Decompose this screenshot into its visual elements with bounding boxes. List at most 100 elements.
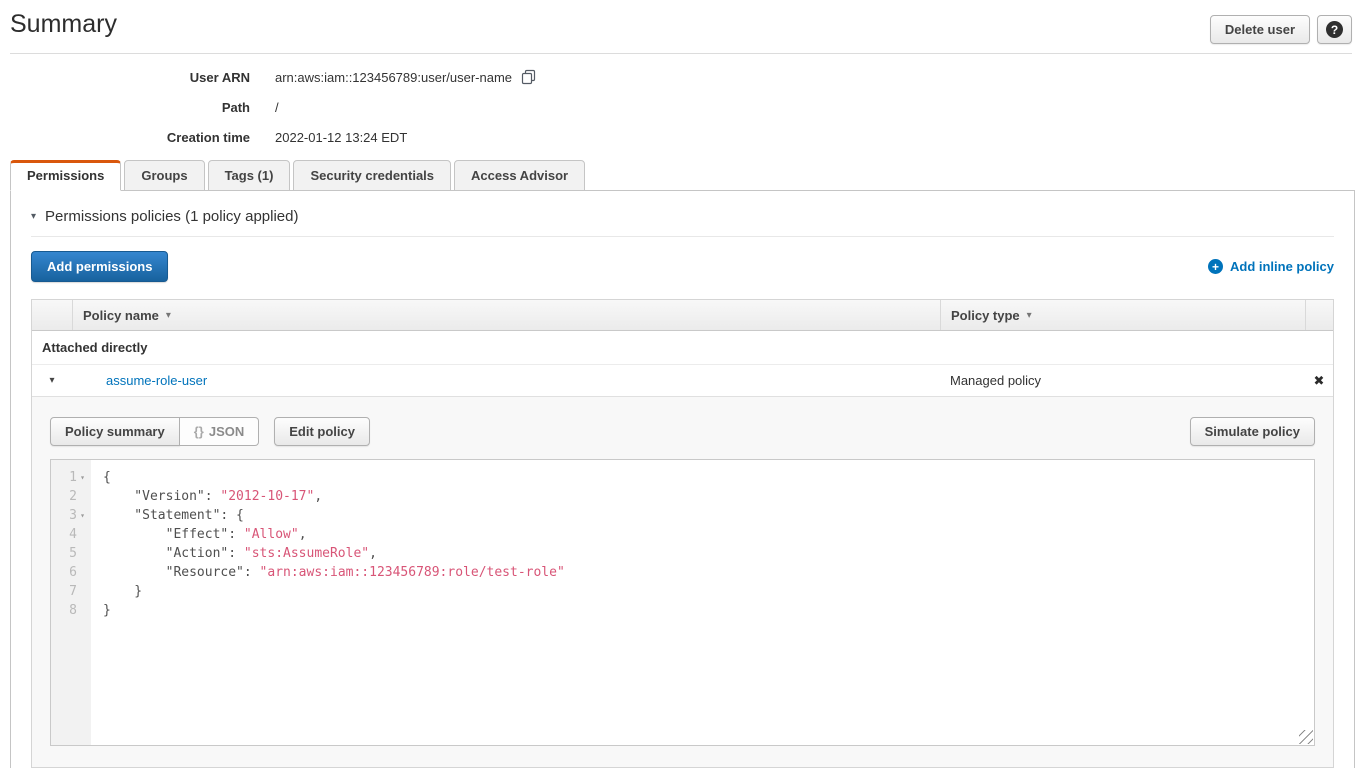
code-plain-token: ,	[369, 546, 377, 561]
header-divider	[10, 53, 1352, 54]
fold-caret-icon[interactable]: ▾	[77, 468, 88, 487]
editor-resize-handle-icon[interactable]	[1299, 730, 1313, 744]
code-string-token: "2012-10-17"	[220, 489, 314, 504]
line-number: 6	[69, 563, 77, 582]
tab-groups[interactable]: Groups	[124, 160, 204, 191]
editor-line-number-gutter: 1▾23▾45678	[51, 460, 91, 745]
policy-name-column-header[interactable]: Policy name ▾	[72, 300, 940, 330]
code-line: "Action": "sts:AssumeRole",	[103, 544, 1314, 563]
summary-field-row: User ARN arn:aws:iam::123456789:user/user…	[0, 69, 1362, 85]
field-value: arn:aws:iam::123456789:user/user-name	[275, 69, 536, 85]
gutter-line: 1▾	[51, 468, 91, 487]
gutter-line: 3▾	[51, 506, 91, 525]
editor-code-area[interactable]: { "Version": "2012-10-17", "Statement": …	[91, 460, 1314, 745]
line-number: 5	[69, 544, 77, 563]
attached-directly-group-row: Attached directly	[32, 331, 1333, 365]
policy-table-row: ▾ assume-role-user Managed policy ✖	[32, 365, 1333, 396]
gutter-line: 6	[51, 563, 91, 582]
gutter-line: 7	[51, 582, 91, 601]
add-inline-policy-link[interactable]: + Add inline policy	[1208, 259, 1334, 274]
policy-type-header-label: Policy type	[951, 308, 1020, 323]
add-permissions-button[interactable]: Add permissions	[31, 251, 168, 282]
line-number: 3	[69, 506, 77, 525]
field-value: /	[275, 100, 279, 115]
policy-type-value: Managed policy	[940, 373, 1305, 388]
code-plain-token: "Effect":	[103, 527, 244, 542]
field-label: Path	[0, 100, 250, 115]
field-label: Creation time	[0, 130, 250, 145]
line-number: 7	[69, 582, 77, 601]
help-button[interactable]: ?	[1317, 15, 1352, 44]
gutter-line: 2	[51, 487, 91, 506]
policy-json-editor[interactable]: 1▾23▾45678 { "Version": "2012-10-17", "S…	[50, 459, 1315, 746]
code-plain-token: "Action":	[103, 546, 244, 561]
field-label: User ARN	[0, 70, 250, 85]
header-buttons: Delete user ?	[1210, 15, 1352, 44]
delete-user-button[interactable]: Delete user	[1210, 15, 1310, 44]
tab-permissions[interactable]: Permissions	[10, 160, 121, 191]
json-view-button[interactable]: {} JSON	[180, 417, 260, 446]
line-number: 2	[69, 487, 77, 506]
simulate-policy-button[interactable]: Simulate policy	[1190, 417, 1315, 446]
fold-caret-icon[interactable]: ▾	[77, 506, 88, 525]
code-line: "Effect": "Allow",	[103, 525, 1314, 544]
add-inline-policy-label: Add inline policy	[1230, 259, 1334, 274]
code-plain-token: ,	[314, 489, 322, 504]
actions-column-header	[1305, 300, 1333, 330]
code-line: "Resource": "arn:aws:iam::123456789:role…	[103, 563, 1314, 582]
tab-security-credentials[interactable]: Security credentials	[293, 160, 451, 191]
json-view-label: JSON	[209, 424, 244, 439]
policy-name-link[interactable]: assume-role-user	[72, 373, 940, 388]
policies-table-header: Policy name ▾ Policy type ▾	[32, 300, 1333, 331]
code-string-token: "arn:aws:iam::123456789:role/test-role"	[260, 565, 565, 580]
code-line: "Statement": {	[103, 506, 1314, 525]
sort-caret-icon: ▾	[166, 310, 171, 321]
summary-field-row: Path /	[0, 100, 1362, 115]
tab-tags-1[interactable]: Tags (1)	[208, 160, 291, 191]
summary-field-row: Creation time 2022-01-12 13:24 EDT	[0, 130, 1362, 145]
field-value-text: 2022-01-12 13:24 EDT	[275, 130, 407, 145]
plus-circle-icon: +	[1208, 259, 1223, 274]
page-title: Summary	[10, 10, 117, 39]
field-value: 2022-01-12 13:24 EDT	[275, 130, 407, 145]
code-line: }	[103, 601, 1314, 620]
code-plain-token: }	[103, 603, 111, 618]
tab-strip: PermissionsGroupsTags (1)Security creden…	[10, 160, 1362, 191]
sort-caret-icon: ▾	[1027, 310, 1032, 321]
line-number: 8	[69, 601, 77, 620]
code-plain-token: }	[103, 584, 142, 599]
policy-summary-button[interactable]: Policy summary	[50, 417, 180, 446]
line-number: 1	[69, 468, 77, 487]
code-plain-token: {	[103, 470, 111, 485]
collapse-caret-icon: ▾	[31, 211, 36, 222]
expand-column-header	[32, 300, 72, 330]
code-line: }	[103, 582, 1314, 601]
tab-content-panel: ▾ Permissions policies (1 policy applied…	[10, 190, 1355, 768]
detach-policy-x-icon[interactable]: ✖	[1305, 373, 1333, 389]
policy-actions-row: Add permissions + Add inline policy	[31, 251, 1334, 282]
code-line: {	[103, 468, 1314, 487]
copy-icon[interactable]	[521, 69, 536, 85]
policy-type-column-header[interactable]: Policy type ▾	[940, 300, 1305, 330]
code-plain-token: "Version":	[103, 489, 220, 504]
code-plain-token: "Resource":	[103, 565, 260, 580]
code-plain-token: ,	[299, 527, 307, 542]
line-number: 4	[69, 525, 77, 544]
policies-table: Policy name ▾ Policy type ▾ Attached dir…	[31, 299, 1334, 768]
code-line: "Version": "2012-10-17",	[103, 487, 1314, 506]
permissions-policies-section-header[interactable]: ▾ Permissions policies (1 policy applied…	[31, 208, 1334, 237]
gutter-line: 4	[51, 525, 91, 544]
braces-icon: {}	[194, 424, 204, 439]
code-string-token: "sts:AssumeRole"	[244, 546, 369, 561]
summary-fields: User ARN arn:aws:iam::123456789:user/user…	[0, 69, 1362, 145]
page-header: Summary Delete user ?	[0, 0, 1362, 44]
gutter-line: 5	[51, 544, 91, 563]
tab-access-advisor[interactable]: Access Advisor	[454, 160, 585, 191]
field-value-text: /	[275, 100, 279, 115]
policy-view-segmented-control: Policy summary {} JSON	[50, 417, 259, 446]
help-icon: ?	[1326, 21, 1343, 38]
policy-detail-toolbar: Policy summary {} JSON Edit policy Simul…	[50, 417, 1315, 446]
code-plain-token: "Statement": {	[103, 508, 244, 523]
row-expand-caret-icon[interactable]: ▾	[32, 375, 72, 386]
edit-policy-button[interactable]: Edit policy	[274, 417, 370, 446]
